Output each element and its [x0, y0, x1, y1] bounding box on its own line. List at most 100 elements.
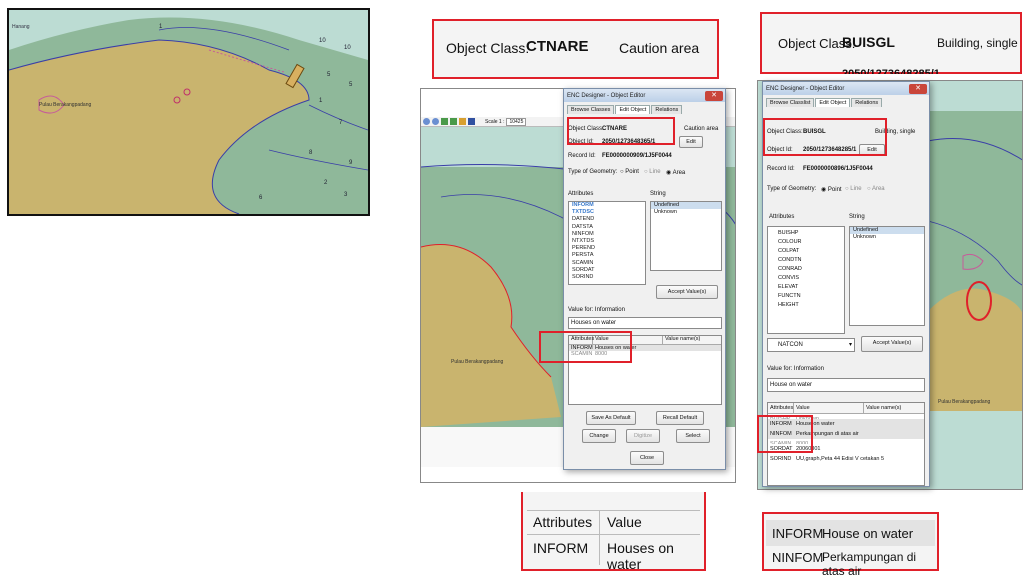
- geometry-option-point[interactable]: ◉ Point: [821, 186, 842, 193]
- zoom-cell-value: House on water: [822, 526, 914, 541]
- value-input-text: House on water: [770, 382, 813, 388]
- change-button[interactable]: Change: [582, 429, 616, 443]
- chevron-down-icon[interactable]: ▾: [849, 339, 852, 351]
- geometry-option-line[interactable]: ○ Line: [845, 186, 862, 192]
- dialog-titlebar[interactable]: ENC Designer - Object Editor ✕: [763, 82, 929, 95]
- map-label-island: Pulau Berakangpadang: [451, 359, 504, 365]
- select-button[interactable]: Select: [676, 429, 710, 443]
- geometry-option-point[interactable]: ○ Point: [620, 169, 639, 175]
- table-header-value-names[interactable]: Value name(s): [663, 336, 700, 344]
- accept-values-button[interactable]: Accept Value(s): [861, 336, 923, 352]
- zoom-object-class-desc: Caution area: [619, 40, 700, 56]
- record-id-value: FE0000000909/1J5F0044: [602, 153, 672, 159]
- value-input[interactable]: House on water: [767, 378, 925, 392]
- depth-sounding: 5: [327, 72, 331, 78]
- edit-button[interactable]: Edit: [679, 136, 703, 148]
- list-item[interactable]: HEIGHT: [768, 301, 844, 310]
- geometry-area-label: Area: [672, 170, 686, 176]
- layers-icon[interactable]: [459, 118, 466, 125]
- highlight-object-class: [763, 118, 887, 156]
- recall-default-button[interactable]: Recall Default: [656, 411, 704, 425]
- geometry-option-area[interactable]: ◉ Area: [666, 169, 685, 176]
- highlight-object-class: [567, 117, 675, 145]
- list-item[interactable]: CONVIS: [768, 274, 844, 283]
- value-input[interactable]: Houses on water: [568, 317, 722, 329]
- tab-relations[interactable]: Relations: [651, 105, 683, 114]
- zoom-object-class-desc: Building, single: [937, 36, 1018, 50]
- list-item[interactable]: INFORM: [569, 202, 645, 209]
- list-item[interactable]: Undefined: [651, 202, 721, 210]
- zoom-out-icon[interactable]: [432, 118, 439, 125]
- pan-icon[interactable]: [441, 118, 448, 125]
- depth-sounding: 9: [349, 160, 353, 166]
- attributes-header: Attributes: [769, 214, 795, 220]
- table-header-value[interactable]: Value: [794, 403, 864, 413]
- accept-values-button[interactable]: Accept Value(s): [656, 285, 718, 299]
- close-icon[interactable]: ✕: [705, 90, 723, 101]
- list-item[interactable]: ELEVAT: [768, 283, 844, 292]
- list-item[interactable]: Unknown: [850, 234, 924, 241]
- depth-sounding: 1: [159, 24, 163, 30]
- zoom-attribute-table-ctnare: Attributes Value INFORM Houses on water: [521, 492, 706, 572]
- geometry-option-line[interactable]: ○ Line: [644, 169, 661, 175]
- tab-browse-classlist[interactable]: Browse Classlist: [766, 98, 815, 107]
- list-item[interactable]: Unknown: [651, 209, 721, 216]
- tab-relations[interactable]: Relations: [851, 98, 883, 107]
- close-icon[interactable]: ✕: [909, 83, 927, 94]
- list-item[interactable]: SORDAT: [569, 267, 645, 274]
- value-input-text: Houses on water: [571, 320, 617, 326]
- depth-sounding: 10: [344, 45, 351, 51]
- arrow-icon[interactable]: [450, 118, 457, 125]
- digitize-button[interactable]: Digitize: [626, 429, 660, 443]
- list-item[interactable]: SORIND: [569, 274, 645, 281]
- string-listbox[interactable]: Undefined Unknown: [650, 201, 722, 271]
- list-item[interactable]: PEREND: [569, 245, 645, 252]
- string-listbox[interactable]: Undefined Unknown: [849, 226, 925, 326]
- list-item[interactable]: FUNCTN: [768, 292, 844, 301]
- geometry-label: Type of Geometry:: [568, 169, 618, 175]
- tab-browse-classes[interactable]: Browse Classes: [567, 105, 615, 114]
- attributes-header: Attributes: [568, 191, 594, 197]
- list-item[interactable]: COLPAT: [768, 247, 844, 256]
- natcon-dropdown[interactable]: NATCON ▾: [767, 338, 855, 352]
- list-item[interactable]: NTXTDS: [569, 238, 645, 245]
- zoom-object-class-buisgl: Object Class: BUISGL Building, single 20…: [760, 12, 1022, 74]
- table-header-value-names[interactable]: Value name(s): [864, 403, 901, 413]
- map-label-island: Pulau Berakangpadang: [39, 102, 92, 108]
- list-item[interactable]: DATEND: [569, 216, 645, 223]
- list-item[interactable]: PERSTA: [569, 252, 645, 259]
- zoom-object-id-cut: 2050/1273648285/1: [842, 68, 940, 74]
- tab-edit-object[interactable]: Edit Object: [815, 98, 851, 107]
- list-item[interactable]: SCAMIN: [569, 260, 645, 267]
- scale-input[interactable]: 10425: [506, 117, 527, 126]
- list-item[interactable]: NINFOM: [569, 231, 645, 238]
- geometry-option-area[interactable]: ○ Area: [867, 186, 885, 192]
- record-id-value: FE0000000896/1J5F0044: [803, 166, 873, 172]
- object-editor-dialog-left: ENC Designer - Object Editor ✕ Browse Cla…: [563, 88, 726, 470]
- list-item[interactable]: COLOUR: [768, 238, 844, 247]
- tab-edit-object[interactable]: Edit Object: [615, 105, 651, 114]
- close-button[interactable]: Close: [630, 451, 664, 465]
- overview-chart-map[interactable]: Pulau Berakangpadang Hanang 10 10 5 5 1 …: [7, 8, 370, 216]
- list-item[interactable]: BUISHP: [768, 229, 844, 238]
- geometry-area-label: Area: [871, 186, 885, 192]
- dialog-title: ENC Designer - Object Editor: [766, 85, 845, 92]
- zoom-cell-value: Houses on water: [607, 540, 674, 572]
- depth-sounding: 8: [309, 150, 313, 156]
- zoom-object-class-ctnare: Object Class: CTNARE Caution area: [432, 19, 719, 79]
- dialog-titlebar[interactable]: ENC Designer - Object Editor ✕: [564, 89, 725, 102]
- value-for-label: Value for: Information: [568, 307, 625, 313]
- list-item[interactable]: DATSTA: [569, 224, 645, 231]
- list-item[interactable]: Undefined: [850, 227, 924, 235]
- zoom-in-icon[interactable]: [423, 118, 430, 125]
- list-item[interactable]: CONRAD: [768, 265, 844, 274]
- save-as-default-button[interactable]: Save As Default: [586, 411, 636, 425]
- zoom-cell-attribute: INFORM: [772, 526, 824, 541]
- grid-icon[interactable]: [468, 118, 475, 125]
- list-item[interactable]: TXTDSC: [569, 209, 645, 216]
- table-row[interactable]: SORIND UU,graph,Peta 44 Edisi V cetakan …: [768, 454, 924, 464]
- attributes-listbox[interactable]: BUISHP COLOUR COLPAT CONDTN CONRAD CONVI…: [767, 226, 845, 334]
- list-item[interactable]: CONDTN: [768, 256, 844, 265]
- attributes-listbox[interactable]: INFORM TXTDSC DATEND DATSTA NINFOM NTXTD…: [568, 201, 646, 285]
- table-header-attributes[interactable]: Attributes: [768, 403, 794, 413]
